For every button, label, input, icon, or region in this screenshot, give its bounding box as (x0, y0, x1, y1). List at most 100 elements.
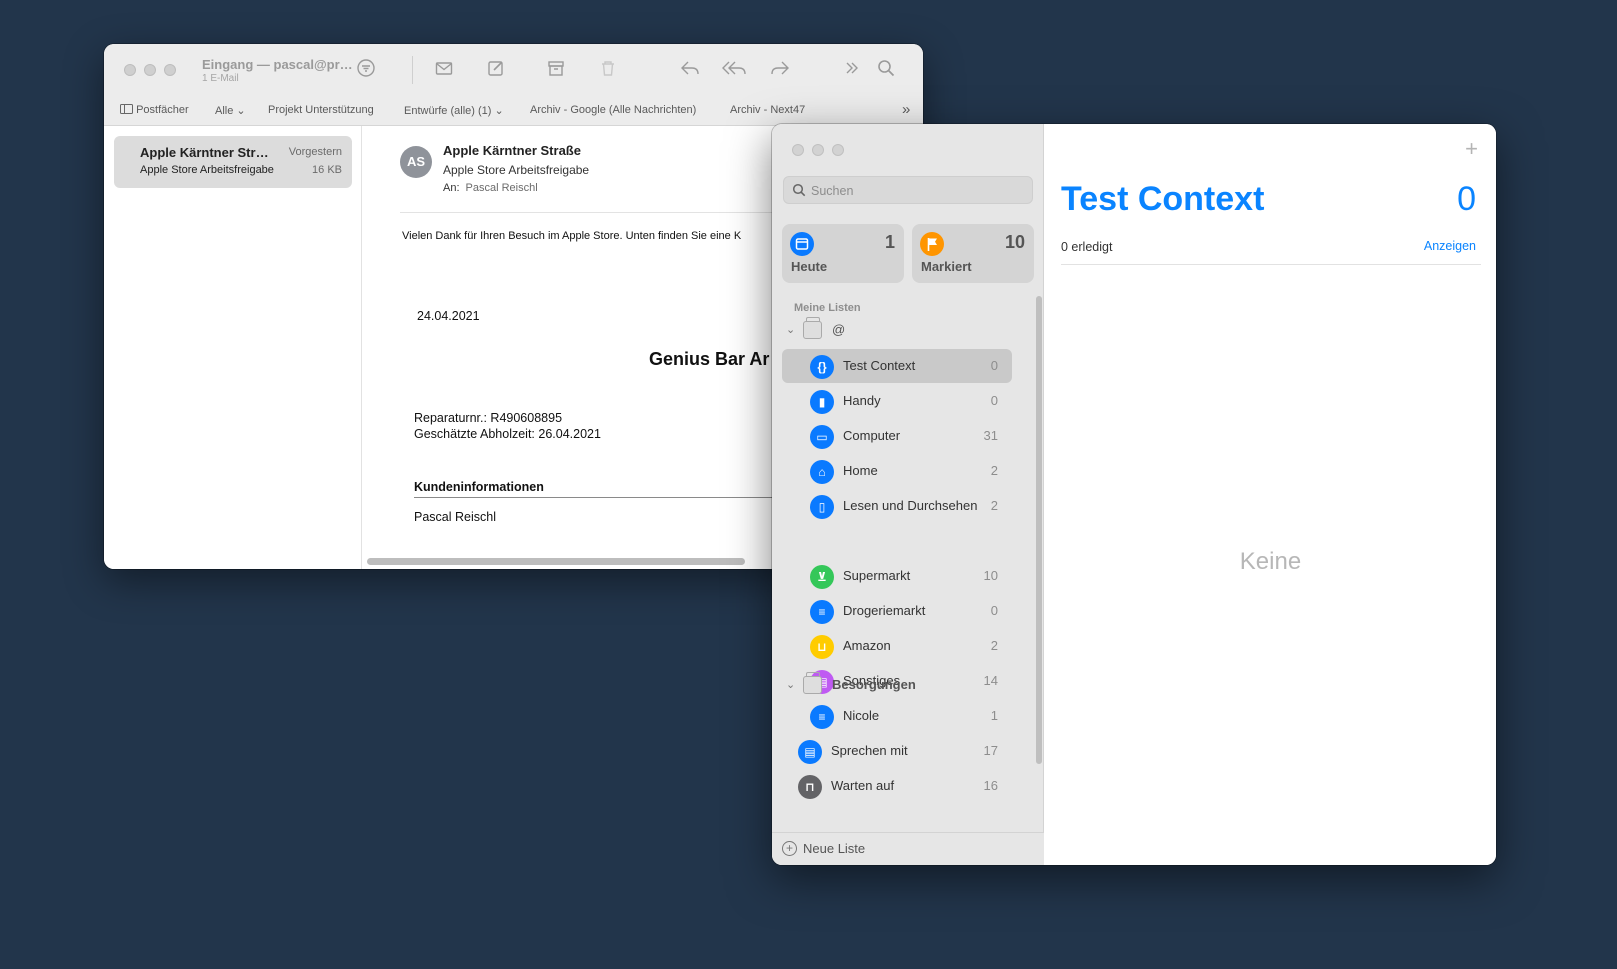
message-date: Vorgestern (288, 146, 342, 158)
chevron-down-icon: ⌄ (236, 105, 246, 117)
chevron-down-icon[interactable]: ⌄ (786, 323, 795, 336)
sidebar-item-sprechen-mit[interactable]: ▤ Sprechen mit 17 (782, 734, 1012, 768)
group-label: Besorgungen (832, 677, 916, 692)
close-button[interactable] (124, 64, 136, 76)
reply-icon[interactable] (678, 58, 702, 82)
search-icon[interactable] (874, 58, 898, 82)
smart-list-heute[interactable]: 1 Heute (782, 224, 904, 283)
zoom-button[interactable] (832, 144, 844, 156)
list-icon: ▭ (810, 425, 834, 449)
fav-alle[interactable]: Alle ⌄ (215, 104, 246, 117)
fav-alle-label: Alle (215, 105, 234, 117)
customer-heading: Kundeninformationen (414, 480, 544, 494)
more-favorites-icon[interactable]: » (902, 101, 910, 118)
show-completed-button[interactable]: Anzeigen (1424, 239, 1476, 253)
sidebar-icon (120, 104, 133, 114)
folder-icon (803, 672, 822, 694)
body-date: 24.04.2021 (417, 309, 480, 323)
minimize-button[interactable] (812, 144, 824, 156)
sidebar-item-count: 2 (990, 638, 998, 653)
smart-list-label: Heute (791, 259, 828, 274)
sidebar-item-label: Sprechen mit (831, 743, 908, 758)
group-label: @ (832, 322, 846, 337)
list-icon: ▤ (798, 740, 822, 764)
more-toolbar-icon[interactable] (840, 58, 864, 82)
recipient-label: An: (443, 182, 460, 194)
fav-archiv-google[interactable]: Archiv - Google (Alle Nachrichten) (530, 104, 696, 116)
horizontal-scrollbar[interactable] (367, 558, 745, 565)
fav-entwuerfe-label: Entwürfe (alle) (1) (404, 105, 492, 117)
sidebar-item-label: Home (843, 463, 878, 478)
message-count: 1 E-Mail (202, 72, 239, 84)
group-besorgungen[interactable]: ⌄ Besorgungen (782, 669, 1032, 701)
fav-entwuerfe[interactable]: Entwürfe (alle) (1) ⌄ (404, 104, 504, 117)
list-icon: ▯ (810, 495, 834, 519)
group-at[interactable]: ⌄ @ (782, 314, 1032, 346)
smart-list-markiert[interactable]: 10 Markiert (912, 224, 1034, 283)
sidebar-item-warten-auf[interactable]: ⊓ Warten auf 16 (782, 769, 1012, 803)
forward-icon[interactable] (768, 58, 792, 82)
recipient-line: An: Pascal Reischl (443, 182, 538, 194)
sidebar-item-amazon[interactable]: ⊔ Amazon 2 (782, 629, 1012, 663)
list-item[interactable]: Apple Kärntner Str… Vorgestern Apple Sto… (114, 136, 352, 188)
get-mail-icon[interactable] (432, 58, 456, 82)
mailboxes-label: Postfächer (136, 104, 189, 116)
fav-archiv-next47[interactable]: Archiv - Next47 (730, 104, 805, 116)
recipient-name[interactable]: Pascal Reischl (466, 182, 538, 194)
message-list: Apple Kärntner Str… Vorgestern Apple Sto… (104, 126, 362, 569)
list-count: 0 (1457, 180, 1476, 218)
toolbar-separator (412, 56, 413, 84)
sidebar-item-handy[interactable]: ▮ Handy 0 (782, 384, 1012, 418)
sidebar-item-home[interactable]: ⌂ Home 2 (782, 454, 1012, 488)
sidebar-item-label: Handy (843, 393, 881, 408)
minimize-button[interactable] (144, 64, 156, 76)
new-list-button[interactable]: Neue Liste (803, 841, 865, 856)
fav-projekt[interactable]: Projekt Unterstützung (268, 104, 374, 116)
sidebar-item-drogeriemarkt[interactable]: ≡ Drogeriemarkt 0 (782, 594, 1012, 628)
list-icon: ⌂ (810, 460, 834, 484)
sidebar-item-nicole[interactable]: ≡ Nicole 1 (782, 699, 1012, 733)
sidebar-item-count: 31 (983, 428, 998, 443)
message-subject: Apple Store Arbeitsfreigabe (140, 164, 274, 176)
customer-name: Pascal Reischl (414, 510, 496, 524)
compose-icon[interactable] (484, 58, 508, 82)
mail-toolbar: Eingang — pascal@pr… 1 E-Mail (104, 44, 923, 96)
sidebar-item-count: 2 (990, 463, 998, 478)
sidebar-item-lesen-und-durchsehen[interactable]: ▯ Lesen und Durchsehen 2 (782, 489, 1012, 523)
trash-icon[interactable] (596, 58, 620, 82)
mailboxes-button[interactable]: Postfächer (120, 104, 189, 116)
sidebar-footer: + Neue Liste (772, 832, 1044, 865)
mailbox-title: Eingang — pascal@pr… 1 E-Mail (202, 57, 360, 84)
list-title: Test Context (1061, 180, 1265, 218)
add-circle-icon[interactable]: + (782, 841, 797, 856)
sidebar-scrollbar[interactable] (1036, 296, 1042, 764)
sidebar-item-computer[interactable]: ▭ Computer 31 (782, 419, 1012, 453)
reply-all-icon[interactable] (720, 58, 748, 82)
chevron-down-icon[interactable]: ⌄ (786, 678, 795, 691)
close-button[interactable] (792, 144, 804, 156)
sidebar-item-label: Amazon (843, 638, 891, 653)
sidebar-item-supermarkt[interactable]: ⊻ Supermarkt 10 (782, 559, 1012, 593)
reminders-main: + Test Context 0 0 erledigt Anzeigen Kei… (1045, 124, 1496, 865)
header-divider (1061, 264, 1481, 265)
add-reminder-button[interactable]: + (1465, 136, 1478, 162)
sidebar-item-test-context[interactable]: {} Test Context 0 (782, 349, 1012, 383)
sidebar-item-count: 16 (983, 778, 998, 793)
folder-icon (803, 317, 822, 339)
flag-icon (920, 232, 944, 256)
sidebar-item-count: 0 (990, 358, 998, 373)
list-icon: ≡ (810, 705, 834, 729)
sidebar-item-count: 0 (990, 603, 998, 618)
search-field[interactable]: Suchen (783, 176, 1033, 204)
zoom-button[interactable] (164, 64, 176, 76)
sidebar-item-label: Drogeriemarkt (843, 603, 926, 618)
body-heading: Genius Bar Ar (649, 349, 770, 369)
sidebar-item-count: 10 (983, 568, 998, 583)
sender-name: Apple Kärntner Straße (443, 143, 581, 158)
filter-icon[interactable] (354, 58, 378, 82)
smart-list-count: 1 (884, 232, 895, 252)
list-icon: {} (810, 355, 834, 379)
archive-icon[interactable] (544, 58, 568, 82)
smart-list-label: Markiert (921, 259, 972, 274)
list-icon: ≡ (810, 600, 834, 624)
